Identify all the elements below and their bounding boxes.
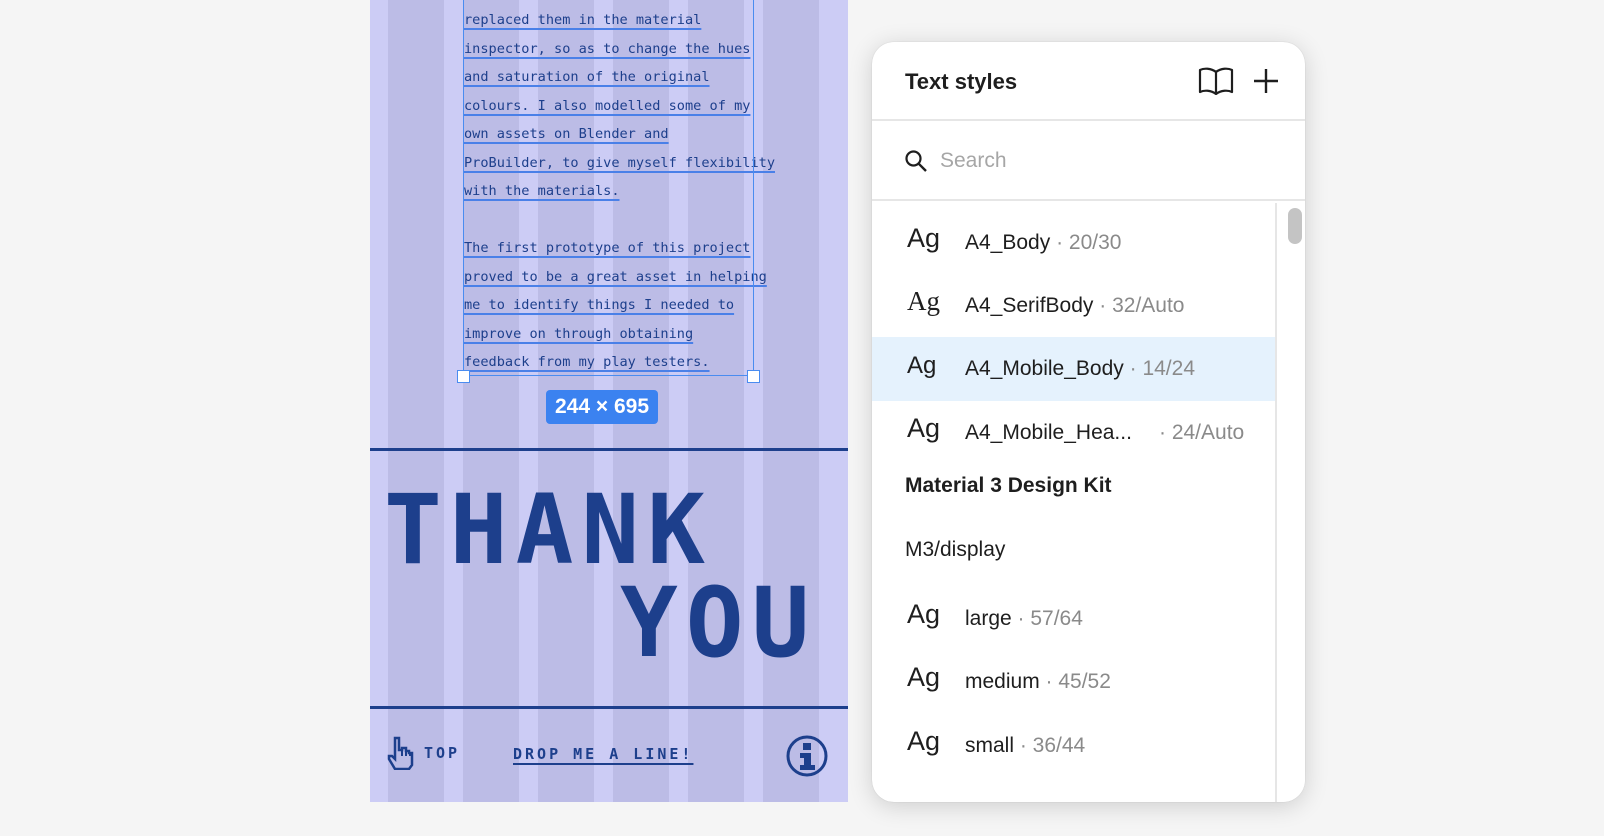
divider-line	[370, 706, 848, 709]
style-metrics: · 14/24	[1123, 357, 1195, 380]
style-name: A4_Mobile_Body	[965, 357, 1124, 380]
book-open-icon[interactable]	[1198, 67, 1234, 95]
layout-grid-column	[388, 0, 444, 802]
canvas-frame[interactable]: replaced them in the material inspector,…	[370, 0, 848, 802]
style-row-medium[interactable]: Ag medium · 45/52	[872, 650, 1275, 714]
library-heading: Material 3 Design Kit	[905, 474, 1112, 497]
style-name-row: medium · 45/52	[965, 670, 1111, 694]
scrollbar-thumb[interactable]	[1288, 208, 1302, 244]
style-name: A4_Mobile_Hea...	[965, 421, 1132, 444]
style-name: large	[965, 607, 1012, 630]
panel-header: Text styles	[872, 42, 1305, 121]
style-name-row: A4_Mobile_Body · 14/24	[965, 357, 1195, 381]
plus-icon[interactable]	[1252, 67, 1280, 95]
style-row-a4-serifbody[interactable]: Ag A4_SerifBody · 32/Auto	[872, 274, 1275, 338]
style-name: medium	[965, 670, 1040, 693]
style-metrics: · 45/52	[1039, 670, 1111, 693]
search-icon	[905, 150, 927, 172]
style-metrics: · 20/30	[1050, 231, 1122, 254]
style-metrics: · 32/Auto	[1093, 294, 1185, 317]
style-name-row: A4_SerifBody · 32/Auto	[965, 294, 1184, 318]
heading-you: YOU	[620, 567, 818, 679]
nav-top-link[interactable]: TOP	[386, 736, 460, 770]
style-row-small[interactable]: Ag small · 36/44	[872, 714, 1275, 778]
style-name-row: A4_Body · 20/30	[965, 231, 1121, 255]
layout-grid-column	[763, 0, 819, 802]
style-name-row: large · 57/64	[965, 607, 1083, 631]
style-metrics: · 36/44	[1014, 734, 1086, 757]
resize-handle-bottom-left[interactable]	[457, 370, 470, 383]
info-icon[interactable]	[785, 734, 829, 778]
style-row-a4-mobile-heading[interactable]: Ag A4_Mobile_Hea... · 24/Auto	[872, 401, 1275, 465]
search-input[interactable]	[940, 141, 1270, 181]
style-preview: Ag	[907, 223, 941, 253]
style-row-large[interactable]: Ag large · 57/64	[872, 587, 1275, 651]
style-metrics: · 24/Auto	[1159, 421, 1245, 444]
style-preview: Ag	[907, 599, 941, 629]
style-preview: Ag	[907, 352, 937, 379]
dimension-badge: 244 × 695	[546, 390, 659, 424]
nav-top-label: TOP	[424, 744, 461, 762]
style-preview: Ag	[907, 413, 941, 443]
style-name: A4_Body	[965, 231, 1051, 254]
resize-handle-bottom-right[interactable]	[747, 370, 760, 383]
style-preview: Ag	[907, 286, 940, 316]
style-row-a4-mobile-body[interactable]: Ag A4_Mobile_Body · 14/24	[872, 337, 1275, 401]
text-styles-panel: Text styles Ag A4_Body · 20/30 Ag A4_Ser…	[872, 42, 1305, 802]
style-row-a4-body[interactable]: Ag A4_Body · 20/30	[872, 211, 1275, 275]
style-preview: Ag	[907, 726, 941, 756]
scrollbar-track[interactable]	[1275, 203, 1305, 802]
pointing-hand-icon	[387, 736, 414, 770]
divider-line	[370, 448, 848, 451]
style-metrics: · 57/64	[1011, 607, 1083, 630]
text-styles-list: Ag A4_Body · 20/30 Ag A4_SerifBody · 32/…	[872, 203, 1275, 802]
heading-thank: THANK	[384, 474, 713, 586]
search-row	[872, 121, 1305, 201]
style-preview: Ag	[907, 662, 941, 692]
selection-box[interactable]	[463, 0, 754, 376]
style-group-heading[interactable]: M3/display	[905, 538, 1005, 562]
panel-title: Text styles	[905, 69, 1018, 94]
style-name: small	[965, 734, 1015, 757]
drop-me-a-line-link[interactable]: DROP ME A LINE!	[513, 745, 693, 763]
style-name: A4_SerifBody	[965, 294, 1094, 317]
style-name-row: small · 36/44	[965, 734, 1085, 758]
